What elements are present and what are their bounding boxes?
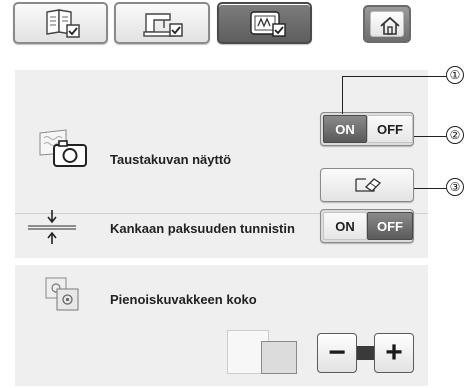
thumbnail-size-preview (227, 330, 299, 374)
home-icon (380, 16, 400, 35)
thumbnail-size-stepper: − + (317, 333, 415, 373)
background-display-toggle[interactable]: ON OFF (320, 112, 414, 146)
fabric-thickness-on-button[interactable]: ON (323, 212, 367, 240)
background-display-off-button[interactable]: OFF (367, 115, 413, 143)
tab-sewing-settings[interactable] (114, 2, 210, 44)
callout-2: ② (446, 126, 464, 144)
fabric-thickness-icon (28, 210, 76, 244)
callout-1-leader (342, 76, 446, 77)
tab-embroidery-settings[interactable] (217, 2, 312, 44)
tab-general-settings[interactable] (13, 2, 108, 44)
callout-1-drop (342, 76, 343, 114)
callout-1: ① (446, 66, 464, 84)
home-button-face (370, 11, 404, 37)
camera-icon (39, 129, 87, 167)
background-display-on-button[interactable]: ON (323, 115, 367, 143)
general-settings-icon (46, 9, 80, 38)
thumbnail-size-plus-button[interactable]: + (374, 333, 414, 373)
background-display-label: Taustakuvan näyttö (110, 152, 232, 167)
fabric-thickness-label: Kankaan paksuuden tunnistin (110, 221, 295, 236)
home-button[interactable] (363, 5, 411, 43)
erase-background-image-button[interactable] (320, 168, 414, 202)
thumbnail-size-minus-button[interactable]: − (317, 333, 357, 373)
thumbnail-icon (45, 277, 79, 311)
sewing-machine-icon (143, 13, 183, 37)
fabric-thickness-off-button[interactable]: OFF (367, 212, 413, 240)
fabric-thickness-toggle[interactable]: ON OFF (320, 209, 414, 243)
embroidery-frame-icon (250, 11, 286, 37)
thumbnail-small-box (261, 341, 297, 374)
eraser-icon (355, 178, 382, 192)
callout-3: ③ (446, 178, 464, 196)
callout-2-leader (414, 136, 446, 137)
thumbnail-size-label: Pienoiskuvakkeen koko (110, 292, 257, 307)
callout-3-leader (414, 188, 446, 189)
